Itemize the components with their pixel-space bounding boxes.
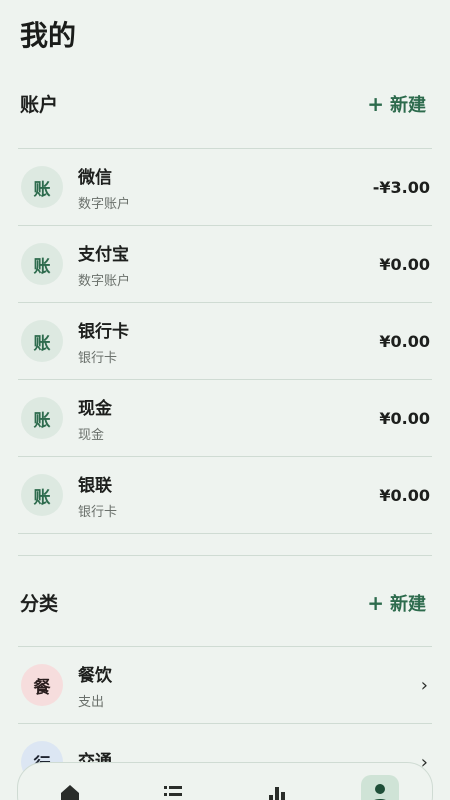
account-badge: 账 [21, 166, 63, 208]
account-type: 银行卡 [78, 350, 118, 366]
categories-title: 分类 [20, 593, 59, 615]
account-name: 银联 [78, 475, 112, 496]
page-title: 我的 [20, 19, 77, 52]
account-type: 现金 [78, 427, 105, 443]
account-badge: 账 [21, 474, 63, 516]
account-badge: 账 [21, 397, 63, 439]
account-balance: ¥0.00 [379, 254, 430, 274]
account-row-unionpay[interactable]: 账 银联 银行卡 ¥0.00 [18, 457, 432, 534]
category-row-dining[interactable]: 餐 餐饮 支出 › [18, 647, 432, 724]
plus-icon: + [367, 91, 384, 116]
account-name: 现金 [78, 398, 112, 419]
plus-icon: + [367, 590, 384, 615]
account-name: 微信 [78, 167, 112, 188]
account-badge: 账 [21, 320, 63, 362]
category-type: 支出 [78, 694, 105, 710]
nav-stats[interactable] [258, 775, 296, 800]
chevron-right-icon: › [420, 674, 428, 696]
account-name: 支付宝 [78, 244, 129, 265]
category-badge: 餐 [21, 664, 63, 706]
category-name: 餐饮 [78, 665, 112, 686]
account-balance: -¥3.00 [372, 177, 430, 197]
account-balance: ¥0.00 [379, 485, 430, 505]
nav-profile[interactable] [361, 775, 400, 800]
accounts-title: 账户 [20, 94, 59, 116]
new-account-button[interactable]: + 新建 [367, 91, 426, 117]
account-type: 数字账户 [78, 196, 131, 212]
account-balance: ¥0.00 [379, 408, 430, 428]
list-icon [164, 786, 183, 796]
bar-chart-icon [268, 787, 285, 800]
account-type: 银行卡 [78, 504, 118, 520]
account-row-alipay[interactable]: 账 支付宝 数字账户 ¥0.00 [18, 226, 432, 303]
account-row-wechat[interactable]: 账 微信 数字账户 -¥3.00 [18, 149, 432, 226]
person-icon [374, 784, 386, 800]
account-badge: 账 [21, 243, 63, 285]
categories-header: 分类 + 新建 [20, 589, 426, 616]
accounts-header: 账户 + 新建 [20, 90, 426, 117]
nav-home[interactable] [51, 775, 89, 800]
account-row-cash[interactable]: 账 现金 现金 ¥0.00 [18, 380, 432, 457]
new-category-button[interactable]: + 新建 [367, 590, 426, 616]
account-balance: ¥0.00 [379, 331, 430, 351]
account-row-bank-card[interactable]: 账 银行卡 银行卡 ¥0.00 [18, 303, 432, 380]
new-account-label: 新建 [390, 94, 426, 116]
account-type: 数字账户 [78, 273, 131, 289]
section-divider [18, 555, 432, 556]
new-category-label: 新建 [390, 593, 426, 615]
nav-list[interactable] [154, 775, 192, 800]
home-icon [60, 785, 79, 800]
bottom-nav [17, 762, 433, 800]
account-name: 银行卡 [78, 321, 129, 342]
